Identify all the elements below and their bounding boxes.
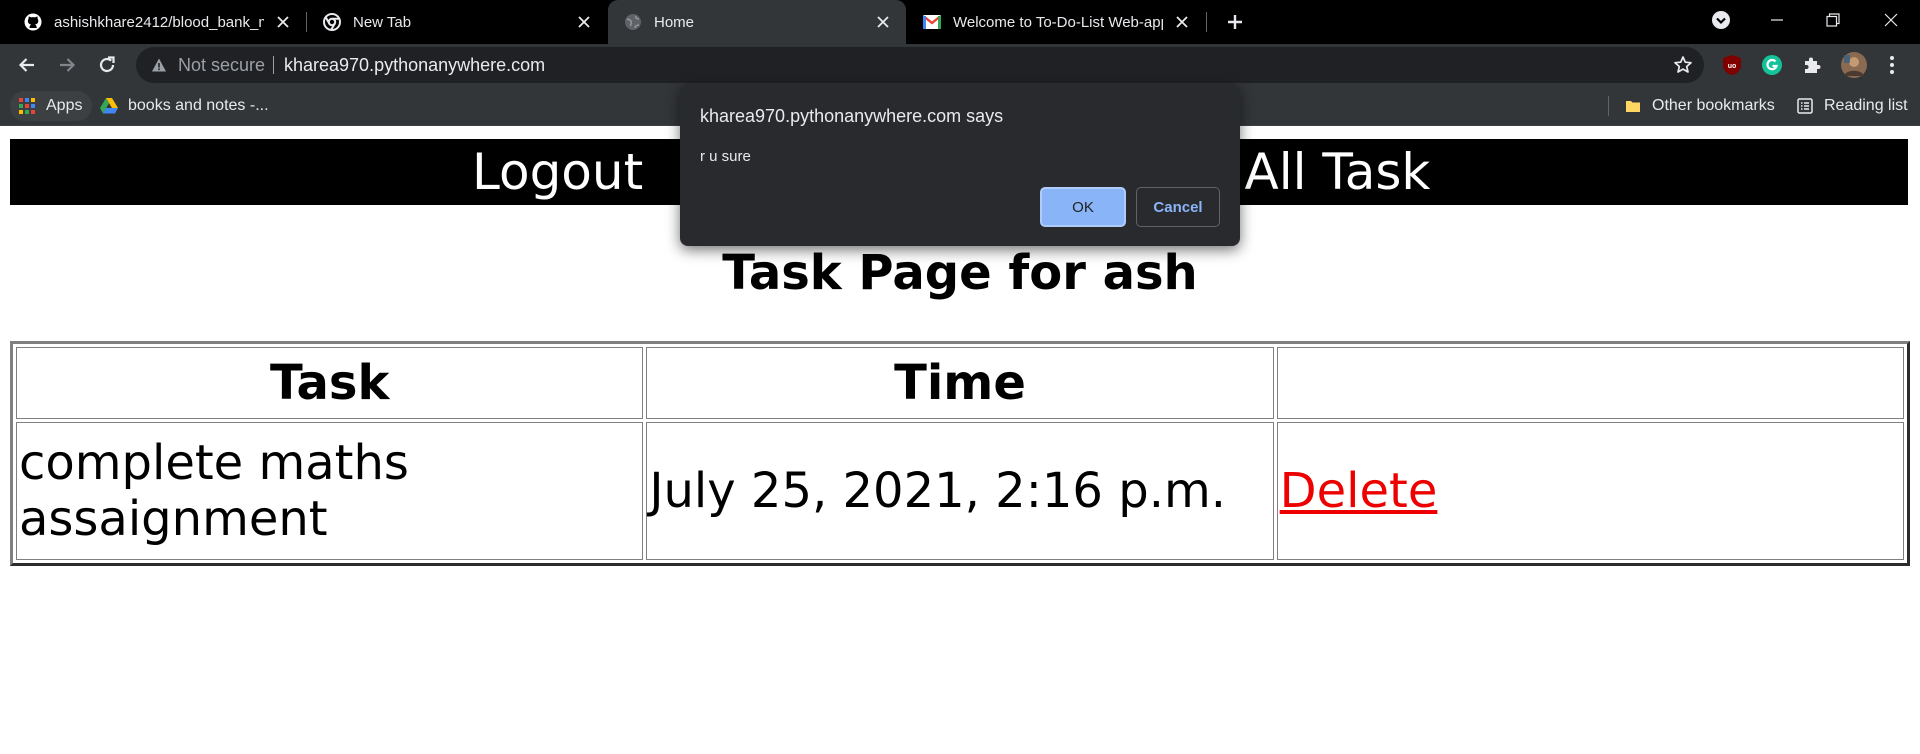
tab-title: New Tab	[353, 13, 412, 31]
bookmark-star-icon[interactable]	[1672, 54, 1694, 76]
table-row: complete maths assaignment July 25, 2021…	[16, 422, 1904, 560]
browser-toolbar: Not secure kharea970.pythonanywhere.com …	[0, 44, 1920, 86]
tab-home[interactable]: Home	[608, 0, 906, 44]
gmail-icon	[923, 13, 941, 31]
github-icon	[24, 13, 42, 31]
delete-link[interactable]: Delete	[1280, 463, 1438, 519]
new-tab-button[interactable]	[1220, 7, 1250, 37]
task-cell: complete maths assaignment	[16, 422, 644, 560]
reading-list-label: Reading list	[1824, 97, 1908, 114]
ok-button[interactable]: OK	[1040, 187, 1126, 227]
other-bookmarks-label: Other bookmarks	[1652, 97, 1775, 114]
back-arrow-icon	[18, 58, 34, 72]
page-title: Task Page for ash	[722, 245, 1198, 301]
bookmark-books-and-notes[interactable]: books and notes -...	[100, 91, 269, 121]
close-window-icon	[1884, 13, 1898, 27]
address-bar[interactable]: Not secure kharea970.pythonanywhere.com	[136, 47, 1704, 83]
reload-icon	[99, 56, 115, 73]
svg-text:uo: uo	[1728, 63, 1737, 70]
forward-arrow-icon	[60, 58, 76, 72]
task-column-header: Task	[16, 347, 644, 419]
close-window-button[interactable]	[1868, 0, 1914, 40]
tab-github[interactable]: ashishkhare2412/blood_bank_ma	[0, 0, 306, 44]
ublock-origin-icon[interactable]: uo	[1720, 53, 1744, 77]
warning-icon[interactable]	[150, 56, 168, 74]
url-text[interactable]: kharea970.pythonanywhere.com	[284, 47, 545, 83]
dialog-origin: kharea970.pythonanywhere.com says	[700, 106, 1004, 126]
tab-strip: ashishkhare2412/blood_bank_ma New Tab Ho…	[0, 0, 1920, 44]
globe-icon	[624, 13, 642, 31]
tab-new-tab[interactable]: New Tab	[307, 0, 607, 44]
tab-gmail[interactable]: Welcome to To-Do-List Web-app	[907, 0, 1205, 44]
other-bookmarks-folder[interactable]: Other bookmarks	[1624, 91, 1775, 121]
apps-shortcut[interactable]: Apps	[10, 91, 93, 121]
table-header-row: Task Time	[16, 347, 1904, 419]
chrome-menu-icon[interactable]	[1880, 53, 1904, 77]
logout-link[interactable]: Logout	[472, 139, 643, 205]
close-icon[interactable]	[272, 11, 294, 33]
restore-button[interactable]	[1810, 0, 1856, 40]
minimize-button[interactable]	[1754, 0, 1800, 40]
grammarly-icon[interactable]	[1760, 53, 1784, 77]
bookmark-label: books and notes -...	[128, 97, 269, 114]
bookmarks-divider	[1608, 96, 1609, 116]
tab-separator	[1206, 12, 1207, 32]
forward-button[interactable]	[51, 49, 83, 81]
not-secure-label[interactable]: Not secure	[178, 47, 265, 83]
plus-icon	[1228, 15, 1242, 29]
minimize-icon	[1771, 19, 1783, 21]
action-cell: Delete	[1276, 422, 1904, 560]
back-button[interactable]	[11, 49, 43, 81]
folder-icon	[1624, 97, 1642, 115]
restore-icon	[1826, 13, 1840, 27]
extensions-puzzle-icon[interactable]	[1800, 53, 1824, 77]
task-table: Task Time complete maths assaignment Jul…	[10, 341, 1910, 566]
apps-grid-icon	[18, 97, 36, 115]
tab-search-button[interactable]	[1698, 0, 1744, 40]
apps-label: Apps	[46, 97, 83, 114]
tab-title: Home	[654, 13, 695, 31]
omnibox-divider	[273, 56, 274, 74]
reading-list-icon	[1796, 97, 1814, 115]
confirm-dialog: kharea970.pythonanywhere.com says r u su…	[680, 84, 1240, 246]
close-icon[interactable]	[573, 11, 595, 33]
time-cell: July 25, 2021, 2:16 p.m.	[646, 422, 1274, 560]
close-icon[interactable]	[872, 11, 894, 33]
google-drive-icon	[100, 97, 118, 115]
time-column-header: Time	[646, 347, 1274, 419]
tab-search-icon	[1712, 11, 1730, 29]
dialog-message: r u sure	[700, 148, 751, 165]
cancel-button[interactable]: Cancel	[1136, 187, 1220, 227]
reading-list-button[interactable]: Reading list	[1796, 91, 1908, 121]
tab-title: Welcome to To-Do-List Web-app	[953, 13, 1163, 31]
close-icon[interactable]	[1171, 11, 1193, 33]
chrome-icon	[323, 13, 341, 31]
profile-avatar[interactable]	[1840, 51, 1868, 79]
tab-title: ashishkhare2412/blood_bank_ma	[54, 13, 264, 31]
action-column-header	[1276, 347, 1904, 419]
reload-button[interactable]	[91, 49, 123, 81]
